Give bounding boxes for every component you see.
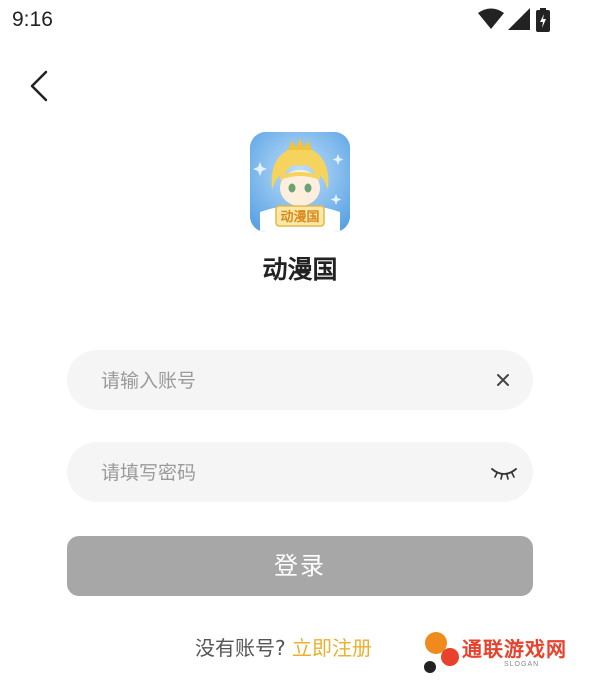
toggle-password-visibility-button[interactable]	[489, 460, 519, 484]
eye-closed-icon	[491, 468, 517, 480]
password-input[interactable]	[99, 442, 483, 504]
app-logo-text: 动漫国	[280, 209, 319, 225]
watermark: 通联游戏网 SLOGAN	[420, 627, 592, 677]
watermark-subtext: SLOGAN	[504, 661, 540, 668]
clear-account-button[interactable]	[493, 370, 513, 390]
watermark-logo-icon	[424, 632, 459, 673]
account-input[interactable]	[99, 350, 483, 412]
app-logo: 动漫国	[250, 132, 350, 232]
register-link[interactable]: 立即注册	[292, 636, 372, 660]
status-time: 9:16	[12, 8, 53, 31]
register-prompt: 没有账号?	[195, 636, 286, 660]
wifi-icon	[478, 8, 504, 29]
status-icons	[478, 8, 558, 32]
account-field[interactable]	[67, 350, 533, 412]
password-field[interactable]	[67, 442, 533, 504]
watermark-text: 通联游戏网	[462, 637, 567, 661]
app-name: 动漫国	[262, 255, 338, 284]
register-line: 没有账号? 立即注册	[195, 632, 372, 661]
battery-charging-icon	[536, 8, 550, 32]
close-icon	[497, 374, 509, 386]
login-button[interactable]: 登录	[67, 536, 533, 596]
chevron-left-icon	[30, 70, 48, 102]
signal-icon	[508, 8, 530, 30]
status-bar: 9:16	[0, 0, 600, 40]
back-button[interactable]	[20, 64, 60, 108]
